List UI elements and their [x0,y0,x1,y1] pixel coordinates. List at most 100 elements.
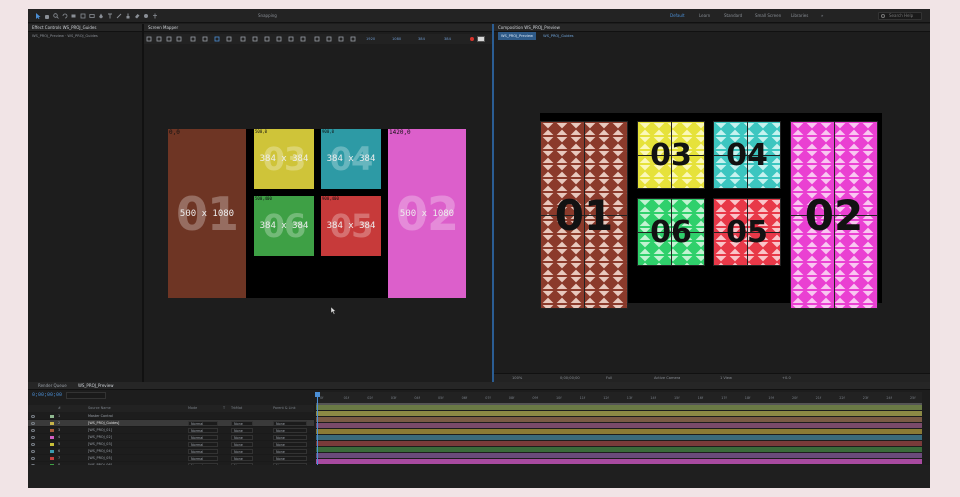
layer-row[interactable]: 2 [WS_PROJ_Guides] Normal None None [28,420,314,427]
map-block-04[interactable]: 900,0 04 384 x 384 [321,129,381,189]
arrow-right-icon[interactable] [202,36,208,42]
layer-duration-bar[interactable] [316,459,922,464]
layer-duration-bar[interactable] [316,441,922,446]
zoom-dropdown[interactable]: 100% [512,374,522,382]
layer-mode-dropdown[interactable]: Normal [188,428,218,433]
puppet-tool-icon[interactable] [152,13,158,19]
playhead-handle-icon[interactable] [315,392,320,397]
layer-name[interactable]: [WS_PROJ_02] [88,434,112,441]
snapping-label[interactable]: Snapping [258,13,277,18]
layer-mode-dropdown[interactable]: Normal [188,449,218,454]
layer-name[interactable]: [WS_PROJ_05] [88,455,112,462]
layer-duration-bar[interactable] [316,405,922,410]
layer-label-color[interactable] [50,443,54,446]
layer-parent-dropdown[interactable]: None [273,421,307,426]
screen-mapper-canvas[interactable]: 0,0 01 500 x 1080 500,0 03 384 x 384 900… [168,129,466,298]
visibility-eye-icon[interactable] [31,443,35,446]
tab-timeline-preview[interactable]: WS_PROJ_Preview [78,382,114,390]
layer-parent-dropdown[interactable]: None [273,428,307,433]
breadcrumb-preview[interactable]: WS_PROJ_Preview [498,32,536,40]
map-block-05[interactable]: 900,400 05 384 x 384 [321,196,381,256]
visibility-eye-icon[interactable] [31,429,35,432]
map-block-03[interactable]: 500,0 03 384 x 384 [254,129,314,189]
copy-icon[interactable] [156,36,162,42]
visibility-eye-icon[interactable] [31,422,35,425]
align-icon[interactable] [276,36,282,42]
delete-icon[interactable] [166,36,172,42]
eraser-tool-icon[interactable] [134,13,140,19]
expand-icon[interactable] [226,36,232,42]
layer-trkmat-dropdown[interactable]: None [231,456,253,461]
exposure-value[interactable]: +0.0 [782,374,791,382]
layer-trkmat-dropdown[interactable]: None [231,421,253,426]
tab-render-queue[interactable]: Render Queue [38,382,67,390]
layer-duration-bar[interactable] [316,429,922,434]
canvas-width-field[interactable]: 1920 [366,36,375,42]
layer-mode-dropdown[interactable]: Normal [188,442,218,447]
map-block-01[interactable]: 0,0 01 500 x 1080 [168,129,246,298]
cross-icon[interactable] [264,36,270,42]
copy-layer-icon[interactable] [338,36,344,42]
paste-icon[interactable] [176,36,182,42]
layer-duration-bar[interactable] [316,411,922,416]
layer-label-color[interactable] [50,457,54,460]
layer-mode-dropdown[interactable]: Normal [188,435,218,440]
type-tool-icon[interactable] [107,13,113,19]
visibility-eye-icon[interactable] [31,436,35,439]
arrow-left-icon[interactable] [190,36,196,42]
workspace-libraries[interactable]: Libraries [791,13,808,18]
resolution-dropdown[interactable]: Full [606,374,612,382]
panel-divider[interactable] [142,24,144,382]
block-height-field[interactable]: 384 [444,36,451,42]
layer-name[interactable]: [WS_PROJ_03] [88,441,112,448]
layer-row[interactable]: 6 [WS_PROJ_04] Normal None None [28,448,314,455]
layer-name[interactable]: [WS_PROJ_04] [88,448,112,455]
timeline-search-input[interactable] [66,392,106,399]
layer-name[interactable]: [WS_PROJ_01] [88,427,112,434]
layer-row[interactable]: 4 [WS_PROJ_02] Normal None None [28,434,314,441]
brush-tool-icon[interactable] [116,13,122,19]
pen-tool-icon[interactable] [98,13,104,19]
view-layout-dropdown[interactable]: 1 View [720,374,732,382]
layer-row[interactable]: 5 [WS_PROJ_03] Normal None None [28,441,314,448]
layer-duration-bar[interactable] [316,417,922,422]
comp-block-03[interactable]: 03 [637,121,705,189]
layer-duration-bar[interactable] [316,453,922,458]
table-icon[interactable] [288,36,294,42]
layer-label-color[interactable] [50,450,54,453]
breadcrumb-guides[interactable]: WS_PROJ_Guides [543,34,573,38]
map-block-02[interactable]: 1420,0 02 500 x 1080 [388,129,466,298]
selection-tool-icon[interactable] [35,13,41,19]
time-ruler[interactable]: 0f 01f 02f 03f 04f 05f 06f 07f 08f 09f 10f 11f 12f 13… [316,392,922,405]
current-time-indicator[interactable] [315,392,320,472]
layer-row[interactable]: 1 Master Control [28,413,314,420]
clone-stamp-tool-icon[interactable] [125,13,131,19]
map-block-06[interactable]: 500,400 06 384 x 384 [254,196,314,256]
camera-dropdown[interactable]: Active Camera [654,374,680,382]
workspace-more[interactable]: » [821,13,823,18]
visibility-eye-icon[interactable] [31,450,35,453]
comp-block-04[interactable]: 04 [713,121,781,189]
canvas-height-field[interactable]: 1080 [392,36,401,42]
layer-trkmat-dropdown[interactable]: None [231,435,253,440]
visibility-eye-icon[interactable] [31,457,35,460]
layer-row[interactable]: 7 [WS_PROJ_05] Normal None None [28,455,314,462]
layer-trkmat-dropdown[interactable]: None [231,442,253,447]
image-icon[interactable] [314,36,320,42]
layer-row[interactable]: 3 [WS_PROJ_01] Normal None None [28,427,314,434]
comp-block-02[interactable]: 02 [790,121,878,309]
comp-block-05[interactable]: 05 [713,198,781,266]
link-icon[interactable] [214,36,220,42]
visibility-eye-icon[interactable] [31,415,35,418]
fit-icon[interactable] [240,36,246,42]
workspace-small-screen[interactable]: Small Screen [755,13,781,18]
layer-label-color[interactable] [50,436,54,439]
zoom-tool-icon[interactable] [53,13,59,19]
tab-composition[interactable]: Composition WS_PROJ_Preview [498,24,560,32]
background-color-swatch[interactable] [477,36,485,42]
layer-label-color[interactable] [50,415,54,418]
layer-duration-bar[interactable] [316,423,922,428]
timeline-current-time[interactable]: 0;00;00;00 [32,392,62,398]
layer-name[interactable]: Master Control [88,413,113,420]
current-time-display[interactable]: 0;00;00;00 [560,374,580,382]
